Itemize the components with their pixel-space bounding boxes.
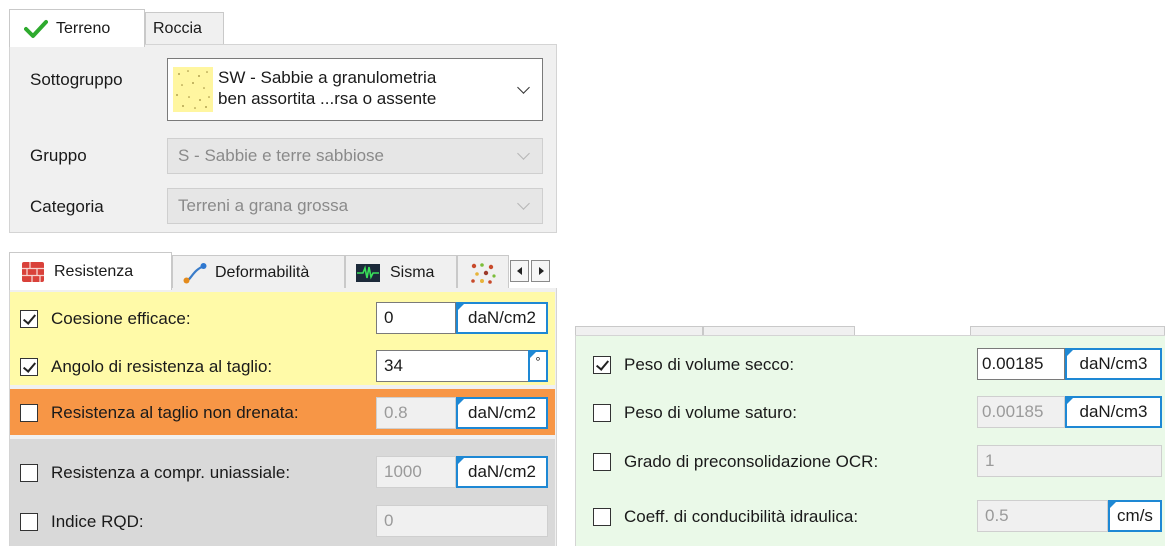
sottogruppo-value: SW - Sabbie a granulometria ben assortit… [218, 67, 436, 109]
peso-saturo-input[interactable]: 0.00185 [977, 396, 1065, 428]
tab-terreno-label: Terreno [56, 19, 111, 37]
ocr-input[interactable]: 1 [977, 445, 1162, 477]
resistenza-non-drenata-checkbox[interactable] [20, 404, 38, 422]
tab-scroll-right-button[interactable] [531, 260, 550, 282]
tab-deformabilita[interactable]: Deformabilità [172, 255, 345, 289]
resistenza-non-drenata-unit[interactable]: daN/cm2 [456, 397, 548, 429]
tab-sisma[interactable]: Sisma [345, 255, 457, 289]
tab-sisma-label: Sisma [390, 263, 435, 281]
ocr-checkbox[interactable] [593, 453, 611, 471]
indice-rqd-label: Indice RQD: [51, 512, 144, 531]
conducibilita-checkbox[interactable] [593, 508, 611, 526]
deformation-curve-icon [183, 262, 207, 283]
tab-resistenza-label: Resistenza [54, 262, 134, 280]
peso-secco-label: Peso di volume secco: [624, 355, 795, 374]
tab-resistenza[interactable]: Resistenza [9, 252, 172, 290]
categoria-value: Terreni a grana grossa [178, 196, 349, 215]
ocr-label: Grado di preconsolidazione OCR: [624, 452, 879, 471]
coesione-checkbox[interactable] [20, 310, 38, 328]
tab-terreno[interactable]: Terreno [9, 9, 145, 47]
conducibilita-input[interactable]: 0.5 [977, 500, 1108, 532]
seismograph-icon [356, 263, 380, 282]
peso-saturo-checkbox[interactable] [593, 404, 611, 422]
tab-deformabilita-label: Deformabilità [215, 263, 310, 281]
conducibilita-unit[interactable]: cm/s [1108, 500, 1162, 532]
chevron-down-icon [517, 147, 530, 160]
compr-uniassiale-label: Resistenza a compr. uniassiale: [51, 463, 291, 482]
arrow-right-icon [538, 267, 544, 275]
particles-icon [471, 262, 496, 284]
resistenza-non-drenata-input[interactable]: 0.8 [376, 397, 456, 429]
coesione-label: Coesione efficace: [51, 309, 191, 328]
sottogruppo-value-line1: SW - Sabbie a granulometria [218, 68, 437, 87]
conducibilita-label: Coeff. di conducibilità idraulica: [624, 507, 859, 526]
angolo-checkbox[interactable] [20, 358, 38, 376]
tab-roccia-label: Roccia [153, 20, 202, 37]
sottogruppo-select[interactable]: SW - Sabbie a granulometria ben assortit… [167, 58, 543, 121]
peso-secco-input[interactable]: 0.00185 [977, 348, 1065, 380]
peso-secco-checkbox[interactable] [593, 356, 611, 374]
arrow-left-icon [516, 267, 522, 275]
gruppo-label: Gruppo [30, 146, 87, 165]
indice-rqd-checkbox[interactable] [20, 513, 38, 531]
brick-wall-icon [22, 261, 44, 282]
peso-secco-unit[interactable]: daN/cm3 [1065, 348, 1162, 380]
sand-texture-icon [173, 67, 213, 112]
sottogruppo-value-line2: ben assortita ...rsa o assente [218, 89, 437, 108]
tab-roccia[interactable]: Roccia [145, 12, 224, 45]
chevron-down-icon [517, 80, 530, 94]
peso-saturo-unit[interactable]: daN/cm3 [1065, 396, 1162, 428]
angolo-input[interactable]: 34 [376, 350, 528, 382]
compr-uniassiale-input[interactable]: 1000 [376, 456, 456, 488]
tab-particles[interactable] [457, 255, 509, 289]
tab-scroll-left-button[interactable] [510, 260, 529, 282]
compr-uniassiale-unit[interactable]: daN/cm2 [456, 456, 548, 488]
angolo-unit[interactable]: ° [528, 350, 548, 382]
compr-uniassiale-checkbox[interactable] [20, 464, 38, 482]
gruppo-value: S - Sabbie e terre sabbiose [178, 146, 385, 165]
checkmark-icon [24, 19, 48, 38]
angolo-label: Angolo di resistenza al taglio: [51, 357, 273, 376]
resistenza-non-drenata-label: Resistenza al taglio non drenata: [51, 403, 299, 422]
categoria-select[interactable]: Terreni a grana grossa [167, 188, 543, 224]
categoria-label: Categoria [30, 197, 104, 216]
sottogruppo-label: Sottogruppo [30, 70, 123, 89]
coesione-input[interactable]: 0 [376, 302, 456, 334]
indice-rqd-input[interactable]: 0 [376, 505, 548, 537]
peso-saturo-label: Peso di volume saturo: [624, 403, 797, 422]
coesione-unit[interactable]: daN/cm2 [456, 302, 548, 334]
gruppo-select[interactable]: S - Sabbie e terre sabbiose [167, 138, 543, 174]
chevron-down-icon [517, 197, 530, 210]
